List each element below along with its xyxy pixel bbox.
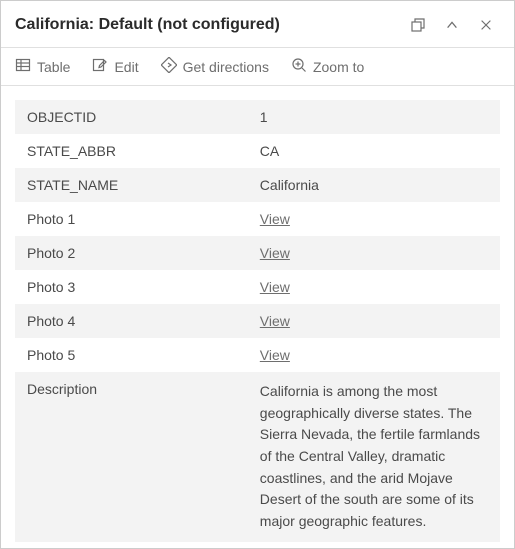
table-row: Photo 4 View [15, 304, 500, 338]
directions-icon [161, 57, 177, 76]
field-label: Photo 4 [15, 304, 248, 338]
field-value: California is among the most geographica… [248, 372, 500, 542]
table-icon [15, 57, 31, 76]
close-icon[interactable] [472, 11, 500, 39]
popup-toolbar: Table Edit Get directions [1, 48, 514, 85]
popup-window: California: Default (not configured) [0, 0, 515, 549]
edit-button[interactable]: Edit [88, 55, 142, 78]
zoom-label: Zoom to [313, 59, 364, 75]
table-row: STATE_ABBRCA [15, 134, 500, 168]
table-row: OBJECTID1 [15, 100, 500, 134]
table-button[interactable]: Table [11, 55, 74, 78]
popup-title: California: Default (not configured) [15, 16, 398, 34]
field-value: View [248, 304, 500, 338]
field-value: View [248, 236, 500, 270]
field-value: 1 [248, 100, 500, 134]
table-row: DescriptionCalifornia is among the most … [15, 372, 500, 542]
field-label: OBJECTID [15, 100, 248, 134]
zoom-button[interactable]: Zoom to [287, 55, 368, 78]
attribute-table: OBJECTID1STATE_ABBRCASTATE_NAMECaliforni… [15, 100, 500, 542]
field-value: View [248, 270, 500, 304]
collapse-icon[interactable] [438, 11, 466, 39]
table-row: Photo 5 View [15, 338, 500, 372]
field-label: Description [15, 372, 248, 542]
edit-icon [92, 57, 108, 76]
popup-content: OBJECTID1STATE_ABBRCASTATE_NAMECaliforni… [1, 86, 514, 548]
field-value: CA [248, 134, 500, 168]
zoom-icon [291, 57, 307, 76]
edit-label: Edit [114, 59, 138, 75]
field-value: View [248, 338, 500, 372]
table-row: Photo 2 View [15, 236, 500, 270]
field-label: Photo 3 [15, 270, 248, 304]
popup-header: California: Default (not configured) [1, 1, 514, 47]
view-link[interactable]: View [260, 279, 290, 295]
field-label: Photo 2 [15, 236, 248, 270]
directions-label: Get directions [183, 59, 269, 75]
field-label: Photo 1 [15, 202, 248, 236]
table-row: Photo 1 View [15, 202, 500, 236]
field-label: STATE_ABBR [15, 134, 248, 168]
view-link[interactable]: View [260, 211, 290, 227]
table-row: Photo 3 View [15, 270, 500, 304]
view-link[interactable]: View [260, 245, 290, 261]
view-link[interactable]: View [260, 313, 290, 329]
dock-icon[interactable] [404, 11, 432, 39]
view-link[interactable]: View [260, 347, 290, 363]
field-label: STATE_NAME [15, 168, 248, 202]
field-label: Photo 5 [15, 338, 248, 372]
field-value: View [248, 202, 500, 236]
table-label: Table [37, 59, 70, 75]
directions-button[interactable]: Get directions [157, 55, 273, 78]
table-row: STATE_NAMECalifornia [15, 168, 500, 202]
field-value: California [248, 168, 500, 202]
